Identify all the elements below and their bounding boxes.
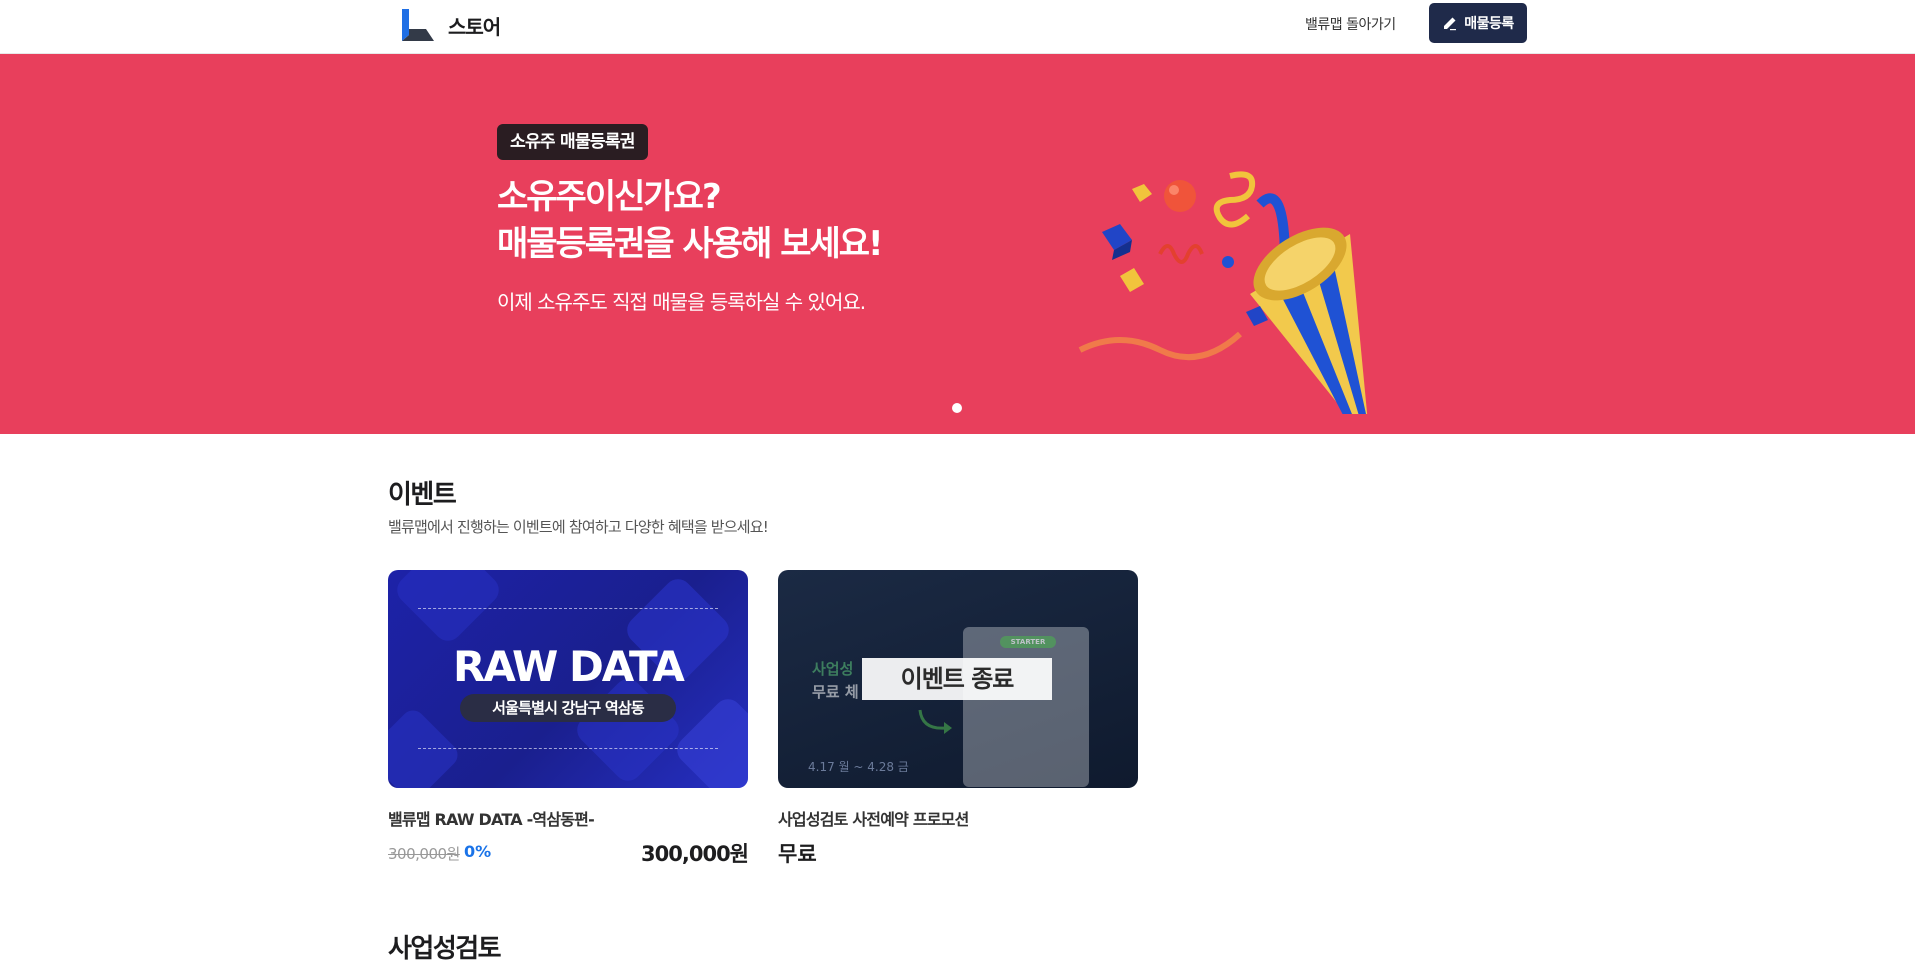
arrow-icon — [918, 709, 952, 734]
banner-subtitle: 이제 소유주도 직접 매물을 등록하실 수 있어요. — [497, 290, 866, 314]
store-brand-title[interactable]: 스토어 — [448, 11, 501, 40]
back-to-valuemap-link[interactable]: 밸류맵 돌아가기 — [1305, 14, 1396, 34]
banner-title-line2: 매물등록권을 사용해 보세요! — [497, 224, 884, 264]
sale-price: 300,000원 — [641, 842, 749, 866]
event-ended-badge: 이벤트 종료 — [862, 658, 1052, 700]
thumb-faded-line1: 사업성 — [812, 660, 854, 678]
starter-badge: STARTER — [1000, 636, 1056, 648]
dashed-line-top — [418, 608, 718, 609]
free-price: 무료 — [778, 842, 817, 866]
register-listing-button[interactable]: 매물등록 — [1429, 3, 1527, 43]
pencil-icon — [1444, 17, 1457, 31]
event-card-title[interactable]: 사업성검토 사전예약 프로모션 — [778, 806, 969, 830]
dashed-line-bottom — [418, 748, 718, 749]
banner-title-line1: 소유주이신가요? — [497, 177, 722, 217]
event-card-feasibility-promo[interactable]: STARTER 사업성 무료 체 4.17 월 ~ 4.28 금 이벤트 종료 … — [778, 570, 1138, 866]
report-panel-image — [963, 627, 1089, 787]
events-section-subtitle: 밸류맵에서 진행하는 이벤트에 참여하고 다양한 혜택을 받으세요! — [388, 518, 769, 536]
original-price: 300,000원 — [388, 845, 460, 863]
thumb-faded-line2: 무료 체 — [812, 683, 859, 701]
top-header: 스토어 밸류맵 돌아가기 매물등록 — [0, 0, 1915, 54]
event-card-raw-data[interactable]: RAW DATA 서울특별시 강남구 역삼동 밸류맵 RAW DATA -역삼동… — [388, 570, 749, 866]
raw-data-thumb-location: 서울특별시 강남구 역삼동 — [460, 694, 676, 722]
carousel-dot[interactable] — [952, 403, 962, 413]
event-card-title[interactable]: 밸류맵 RAW DATA -역삼동편- — [388, 806, 595, 830]
feasibility-promo-thumbnail[interactable]: STARTER 사업성 무료 체 4.17 월 ~ 4.28 금 이벤트 종료 — [778, 570, 1138, 788]
discount-rate: 0% — [464, 842, 492, 861]
banner-tag: 소유주 매물등록권 — [497, 124, 648, 160]
events-section-title: 이벤트 — [388, 480, 457, 510]
promo-banner[interactable]: 소유주 매물등록권 소유주이신가요? 매물등록권을 사용해 보세요! 이제 소유… — [0, 54, 1915, 434]
event-period: 4.17 월 ~ 4.28 금 — [808, 760, 909, 774]
raw-data-thumb-title: RAW DATA — [453, 642, 685, 691]
register-listing-label: 매물등록 — [1464, 16, 1514, 32]
feasibility-section-title: 사업성검토 — [388, 934, 502, 963]
raw-data-thumbnail[interactable]: RAW DATA 서울특별시 강남구 역삼동 — [388, 570, 748, 788]
party-popper-illustration — [1078, 171, 1368, 414]
valuemap-logo-icon[interactable] — [400, 7, 436, 43]
banner-title: 소유주이신가요? 매물등록권을 사용해 보세요! — [497, 174, 884, 268]
